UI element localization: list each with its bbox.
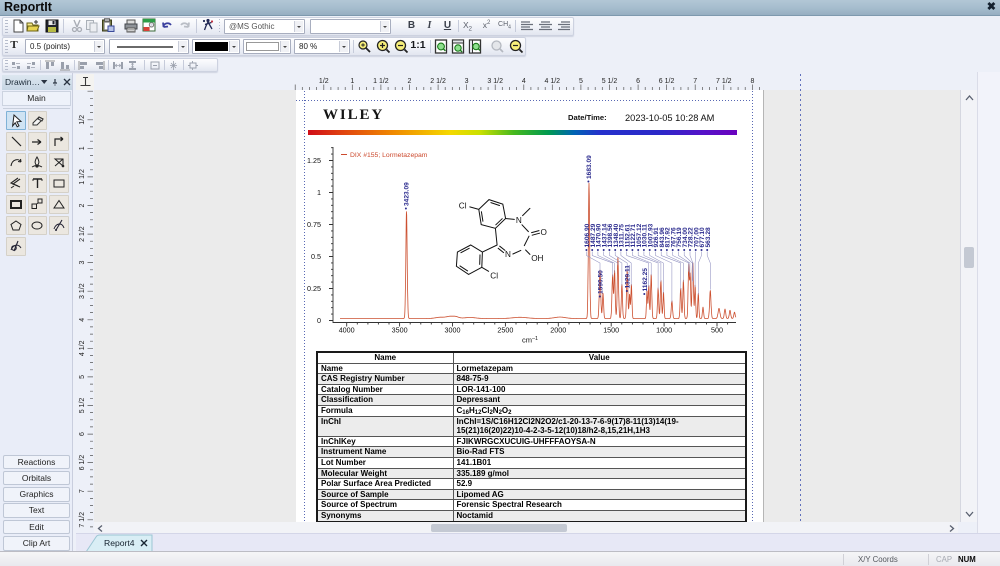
svg-text:DIX #155; Lormetazepam: DIX #155; Lormetazepam bbox=[350, 152, 428, 159]
svg-text:N: N bbox=[505, 250, 511, 259]
svg-text:8: 8 bbox=[750, 78, 754, 85]
svg-text:500: 500 bbox=[711, 326, 723, 335]
svg-text:2500: 2500 bbox=[497, 326, 513, 335]
svg-text:6: 6 bbox=[636, 78, 640, 85]
svg-text:cm–1: cm–1 bbox=[522, 336, 538, 345]
svg-text:Cl: Cl bbox=[490, 271, 498, 280]
svg-text:3000: 3000 bbox=[445, 326, 461, 335]
svg-text:1/2: 1/2 bbox=[79, 115, 86, 125]
svg-text:1: 1 bbox=[317, 188, 321, 197]
svg-text:1: 1 bbox=[350, 78, 354, 85]
svg-text:5 1/2: 5 1/2 bbox=[79, 398, 86, 414]
svg-text:2 1/2: 2 1/2 bbox=[430, 78, 446, 85]
svg-text:0.25: 0.25 bbox=[307, 284, 321, 293]
svg-text:1162.25: 1162.25 bbox=[642, 268, 649, 292]
svg-text:6 1/2: 6 1/2 bbox=[659, 78, 675, 85]
svg-text:1.25: 1.25 bbox=[307, 156, 321, 165]
svg-text:2000: 2000 bbox=[550, 326, 566, 335]
svg-text:1 1/2: 1 1/2 bbox=[79, 169, 86, 185]
svg-text:7 1/2: 7 1/2 bbox=[716, 78, 732, 85]
svg-text:5: 5 bbox=[79, 375, 86, 379]
svg-text:1: 1 bbox=[79, 146, 86, 150]
svg-text:563.28: 563.28 bbox=[705, 227, 712, 248]
svg-text:O: O bbox=[541, 228, 547, 237]
svg-text:5 1/2: 5 1/2 bbox=[602, 78, 618, 85]
svg-text:4000: 4000 bbox=[339, 326, 355, 335]
svg-text:3423.09: 3423.09 bbox=[404, 182, 411, 206]
svg-text:7: 7 bbox=[693, 78, 697, 85]
svg-text:3500: 3500 bbox=[392, 326, 408, 335]
svg-text:2: 2 bbox=[408, 78, 412, 85]
svg-text:0: 0 bbox=[317, 316, 321, 325]
svg-text:6: 6 bbox=[79, 432, 86, 436]
svg-text:1683.09: 1683.09 bbox=[586, 155, 593, 179]
svg-text:2: 2 bbox=[79, 203, 86, 207]
svg-text:0.5: 0.5 bbox=[311, 252, 321, 261]
svg-text:0.75: 0.75 bbox=[307, 220, 321, 229]
svg-text:4 1/2: 4 1/2 bbox=[79, 340, 86, 356]
svg-text:6 1/2: 6 1/2 bbox=[79, 455, 86, 471]
svg-text:4: 4 bbox=[522, 78, 526, 85]
svg-text:4 1/2: 4 1/2 bbox=[545, 78, 561, 85]
svg-text:3: 3 bbox=[465, 78, 469, 85]
svg-text:3 1/2: 3 1/2 bbox=[487, 78, 503, 85]
svg-text:5: 5 bbox=[579, 78, 583, 85]
svg-text:1329.11: 1329.11 bbox=[624, 265, 631, 289]
svg-text:1590.50: 1590.50 bbox=[597, 270, 604, 294]
svg-text:7 1/2: 7 1/2 bbox=[79, 512, 86, 528]
svg-text:3: 3 bbox=[79, 261, 86, 265]
svg-text:7: 7 bbox=[79, 489, 86, 493]
svg-text:1/2: 1/2 bbox=[319, 78, 329, 85]
svg-text:1000: 1000 bbox=[656, 326, 672, 335]
svg-text:N: N bbox=[516, 216, 522, 225]
svg-text:1500: 1500 bbox=[603, 326, 619, 335]
svg-text:3 1/2: 3 1/2 bbox=[79, 283, 86, 299]
svg-text:1 1/2: 1 1/2 bbox=[373, 78, 389, 85]
svg-text:OH: OH bbox=[531, 254, 543, 263]
svg-text:2 1/2: 2 1/2 bbox=[79, 226, 86, 242]
svg-text:4: 4 bbox=[79, 318, 86, 322]
svg-text:Cl: Cl bbox=[459, 202, 467, 211]
